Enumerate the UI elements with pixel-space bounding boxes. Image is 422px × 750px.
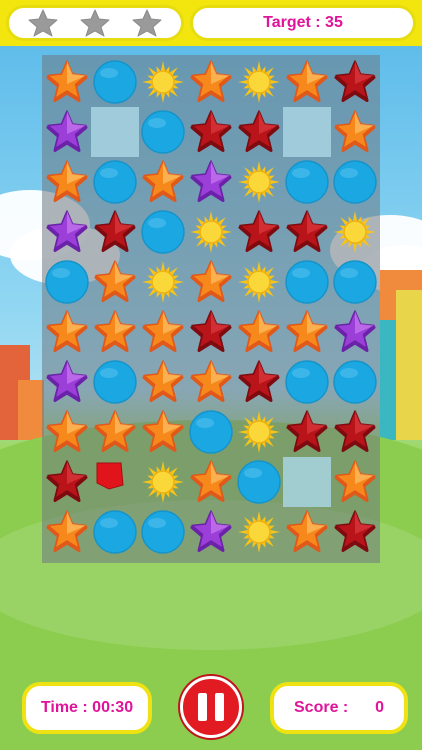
orange-star-piece[interactable] (91, 257, 139, 307)
blue-circle-piece[interactable] (187, 407, 235, 457)
blue-circle-piece[interactable] (91, 357, 139, 407)
blue-circle-piece[interactable] (331, 357, 379, 407)
blue-circle-piece[interactable] (331, 157, 379, 207)
sun-piece[interactable] (235, 407, 283, 457)
building (396, 290, 422, 440)
orange-star-piece[interactable] (331, 107, 379, 157)
blue-circle-piece[interactable] (139, 107, 187, 157)
sun-piece[interactable] (187, 207, 235, 257)
orange-star-piece[interactable] (91, 307, 139, 357)
blue-circle-piece[interactable] (331, 257, 379, 307)
orange-star-piece[interactable] (187, 57, 235, 107)
blue-circle-piece[interactable] (91, 507, 139, 557)
star-rating (6, 5, 184, 41)
orange-star-piece[interactable] (139, 307, 187, 357)
orange-star-piece[interactable] (187, 357, 235, 407)
red-star-piece[interactable] (283, 207, 331, 257)
empty-cell (283, 107, 331, 157)
empty-cell (283, 457, 331, 507)
red-star-piece[interactable] (235, 207, 283, 257)
purple-star-piece[interactable] (331, 307, 379, 357)
orange-star-piece[interactable] (235, 307, 283, 357)
purple-star-piece[interactable] (43, 207, 91, 257)
blue-circle-piece[interactable] (139, 507, 187, 557)
orange-star-piece[interactable] (139, 357, 187, 407)
red-star-piece[interactable] (187, 307, 235, 357)
building (380, 320, 396, 440)
blue-circle-piece[interactable] (283, 257, 331, 307)
sun-piece[interactable] (235, 257, 283, 307)
sun-piece[interactable] (139, 57, 187, 107)
red-star-piece[interactable] (43, 457, 91, 507)
orange-star-piece[interactable] (43, 507, 91, 557)
sun-piece[interactable] (235, 157, 283, 207)
score-label: Score : (294, 699, 349, 716)
timer-display: Time : 00:30 (22, 682, 152, 734)
blue-circle-piece[interactable] (235, 457, 283, 507)
red-star-piece[interactable] (331, 57, 379, 107)
orange-star-piece[interactable] (43, 407, 91, 457)
blue-circle-piece[interactable] (43, 257, 91, 307)
rating-star-icon (132, 9, 162, 37)
sun-piece[interactable] (331, 207, 379, 257)
orange-star-piece[interactable] (43, 57, 91, 107)
game-board[interactable] (42, 55, 380, 563)
purple-star-piece[interactable] (187, 157, 235, 207)
sun-piece[interactable] (139, 457, 187, 507)
target-display: Target : 35 (190, 5, 416, 41)
blue-circle-piece[interactable] (283, 357, 331, 407)
purple-star-piece[interactable] (187, 507, 235, 557)
orange-star-piece[interactable] (43, 157, 91, 207)
orange-star-piece[interactable] (331, 457, 379, 507)
orange-star-piece[interactable] (139, 407, 187, 457)
rating-star-icon (28, 9, 58, 37)
red-star-piece[interactable] (235, 107, 283, 157)
sun-piece[interactable] (235, 507, 283, 557)
empty-cell (91, 107, 139, 157)
orange-star-piece[interactable] (91, 407, 139, 457)
score-display: Score : 0 (270, 682, 408, 734)
orange-star-piece[interactable] (283, 507, 331, 557)
blue-circle-piece[interactable] (283, 157, 331, 207)
orange-star-piece[interactable] (43, 307, 91, 357)
orange-star-piece[interactable] (187, 257, 235, 307)
pause-icon (198, 693, 207, 721)
orange-star-piece[interactable] (187, 457, 235, 507)
target-label: Target : 35 (263, 14, 343, 31)
orange-star-piece[interactable] (139, 157, 187, 207)
red-star-piece[interactable] (331, 407, 379, 457)
red-star-piece[interactable] (235, 357, 283, 407)
score-value: 0 (375, 699, 384, 716)
purple-star-piece[interactable] (43, 107, 91, 157)
blue-circle-piece[interactable] (91, 157, 139, 207)
time-label: Time : 00:30 (40, 699, 134, 716)
pause-button[interactable] (180, 676, 242, 738)
sun-piece[interactable] (139, 257, 187, 307)
red-star-piece[interactable] (91, 207, 139, 257)
red-star-piece[interactable] (283, 407, 331, 457)
red-star-piece[interactable] (331, 507, 379, 557)
pause-icon (215, 693, 224, 721)
orange-star-piece[interactable] (283, 57, 331, 107)
red-star-piece[interactable] (187, 107, 235, 157)
rating-star-icon (80, 9, 110, 37)
blue-circle-piece[interactable] (91, 57, 139, 107)
sun-piece[interactable] (235, 57, 283, 107)
orange-star-piece[interactable] (283, 307, 331, 357)
building (18, 380, 44, 440)
blue-circle-piece[interactable] (139, 207, 187, 257)
purple-star-piece[interactable] (43, 357, 91, 407)
top-bar: Target : 35 (0, 0, 422, 46)
red-flag-piece[interactable] (91, 457, 139, 507)
